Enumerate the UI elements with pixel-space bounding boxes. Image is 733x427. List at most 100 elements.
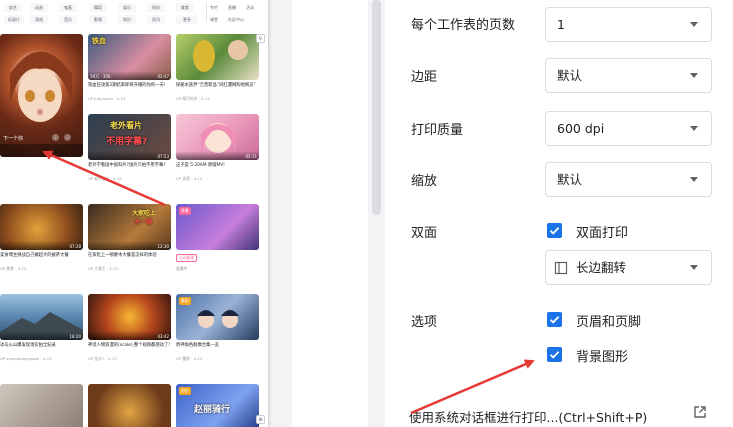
- print-quality-select[interactable]: 600 dpi: [545, 111, 712, 146]
- live-badge: 直播: [179, 207, 191, 215]
- checkmark-icon: [549, 351, 560, 359]
- video-title: 铁血狂攻第2期结束即将开播的你的一天!: [88, 83, 166, 88]
- video-meta: UP 番剧 · 4-13: [176, 356, 203, 361]
- video-meta: UP 流萤 · 4-13: [176, 176, 203, 181]
- category-chip: 游戏: [30, 15, 48, 24]
- chevron-down-icon: [690, 22, 698, 27]
- category-chip: 影视: [89, 15, 107, 24]
- category-chip: 更多: [176, 15, 198, 24]
- feedback-icon: ⊕: [256, 415, 265, 424]
- video-card: 02:11 这子是 5:20AM 原版MV! UP 流萤 · 4-13: [176, 114, 259, 189]
- thumbnail-overlay-text: 不用字幕?: [106, 137, 148, 147]
- duplex-checkbox[interactable]: [547, 223, 562, 238]
- category-row-2: 纪录片 游戏 音乐 影视 知识 资讯 更多: [4, 15, 204, 24]
- open-external-icon[interactable]: [693, 405, 707, 419]
- scale-label: 缩放: [411, 174, 438, 189]
- video-title: 冰岛火山爆发现场实拍全纪录: [0, 343, 56, 348]
- video-thumbnail: 铁血 19万 · 356 02:47: [88, 34, 171, 80]
- video-stats: 03:42: [88, 331, 171, 340]
- pages-per-sheet-value: 1: [557, 17, 565, 32]
- hero-caption: 下一个你: [3, 136, 24, 142]
- margins-value: 默认: [557, 68, 583, 83]
- pages-per-sheet-label: 每个工作表的页数: [411, 18, 516, 33]
- print-preview-pane: 综艺 动画 鬼畜 舞蹈 娱乐 科技 美食 纪录片 游戏 音乐 影视 知识 资讯 …: [0, 0, 292, 427]
- video-stats: 07:53: [88, 151, 171, 160]
- carousel-prev-arrow-icon: ‹: [52, 134, 59, 141]
- video-title: 探秘水族界“吉普新品”同红遭网购他网员”: [176, 83, 256, 88]
- video-thumbnail: [88, 384, 171, 427]
- video-thumbnail: 老外看片 不用字幕? 07:53: [88, 114, 171, 160]
- video-meta: UP sumpleplaygraph · 4-13: [0, 356, 52, 361]
- video-thumbnail: [176, 34, 259, 80]
- video-thumbnail: 大家吃上 大一顿 12:30: [88, 204, 171, 250]
- video-card: 铁血 19万 · 356 02:47 铁血狂攻第2期结束即将开播的你的一天! UP…: [88, 34, 171, 109]
- video-card: 03:42 神话人物浪漫的(scale),整个视频都感动了! UP 设计C · …: [88, 294, 171, 369]
- category-chip: 舞蹈: [89, 3, 107, 12]
- thumbnail-overlay-text: 大家吃上: [132, 210, 157, 217]
- video-stats: 19万 · 356 02:47: [88, 71, 171, 80]
- video-thumbnail: 03:42: [88, 294, 171, 340]
- background-graphics-checkbox[interactable]: [547, 347, 562, 362]
- category-chip: 鬼畜: [59, 3, 77, 12]
- system-dialog-link[interactable]: 使用系统对话框进行打印...(Ctrl+Shift+P): [409, 407, 647, 426]
- video-thumbnail: 02:11: [176, 114, 259, 160]
- category-chip: 美食: [176, 3, 194, 12]
- live-channel-chip: 心动星球: [176, 254, 198, 262]
- print-preview-window: 综艺 动画 鬼畜 舞蹈 娱乐 科技 美食 纪录片 游戏 音乐 影视 知识 资讯 …: [0, 0, 733, 427]
- video-card: 探秘水族界“吉普新品”同红遭网购他网员” UP 尾巴的木 · 4-13: [176, 34, 259, 109]
- headers-footers-checkbox[interactable]: [547, 312, 562, 327]
- video-meta: UP 美食 · 4-13: [0, 266, 27, 271]
- thumbnail-overlay-text: 老外看片: [110, 121, 142, 130]
- print-settings-panel: 每个工作表的页数 1 边距 默认 打印质量 600 dpi 缩放 默认 双面 双…: [385, 0, 733, 427]
- refresh-icon: ↻: [256, 34, 265, 43]
- settings-scrollbar-thumb[interactable]: [372, 0, 381, 215]
- duplex-label: 双面: [411, 226, 438, 241]
- video-thumbnail: [0, 384, 83, 427]
- video-card: 18:20 冰岛火山爆发现场实拍全纪录 UP sumpleplaygraph ·…: [0, 294, 83, 369]
- video-meta: UP 老外看片 · 4-13: [88, 176, 122, 181]
- video-card: [88, 384, 171, 427]
- side-tag: 活动: [246, 5, 254, 10]
- checkmark-icon: [549, 316, 560, 324]
- video-title: 这子是 5:20AM 原版MV!: [176, 163, 225, 168]
- flip-long-edge-icon: [554, 261, 568, 275]
- video-card: 07:28 美食博主挑战自己做超大的披萨大餐 UP 美食 · 4-13: [0, 204, 83, 279]
- headers-footers-label: 页眉和页脚: [576, 315, 642, 330]
- video-card: [0, 384, 83, 427]
- chevron-down-icon: [690, 126, 698, 131]
- category-chip: 娱乐: [118, 3, 136, 12]
- scale-value: 默认: [557, 172, 583, 187]
- video-meta: UP Judymoch · 4-13: [88, 96, 126, 101]
- print-quality-label: 打印质量: [411, 123, 464, 138]
- background-graphics-label: 背景图形: [576, 350, 629, 365]
- video-meta: 直播中: [176, 266, 188, 271]
- scale-select[interactable]: 默认: [545, 162, 712, 197]
- print-quality-value: 600 dpi: [557, 121, 605, 136]
- chevron-down-icon: [690, 265, 698, 270]
- video-stats: 02:11: [176, 151, 259, 160]
- video-title: 在家吃上一顿硬木大餐是怎样的体验: [88, 253, 157, 258]
- video-card: 老外看片 不用字幕? 07:53 老外学看国中国科片?国外只拍不用字幕? UP …: [88, 114, 171, 189]
- video-stats: 12:30: [88, 241, 171, 250]
- duplex-flip-select[interactable]: 长边翻转: [545, 250, 712, 285]
- pages-per-sheet-select[interactable]: 1: [545, 7, 712, 42]
- checkmark-icon: [549, 227, 560, 235]
- category-chip: 综艺: [4, 3, 22, 12]
- video-stats: 07:28: [0, 241, 83, 250]
- category-chip: 动画: [30, 3, 48, 12]
- side-tag: 社区中心: [228, 17, 244, 22]
- video-title: 原神角色群像合集一览: [176, 343, 219, 348]
- category-chip: 纪录片: [4, 15, 24, 24]
- video-card: 番剧 原神角色群像合集一览 UP 番剧 · 4-13: [176, 294, 259, 369]
- category-chip: 科技: [147, 3, 165, 12]
- video-meta: UP 设计C · 4-13: [88, 356, 117, 361]
- carousel-next-arrow-icon: ›: [64, 134, 71, 141]
- video-card: 直播 心动星球 直播中: [176, 204, 259, 279]
- video-card: 国创 赵丽骑行: [176, 384, 259, 427]
- margins-select[interactable]: 默认: [545, 58, 712, 93]
- thumbnail-overlay-text: 赵丽骑行: [194, 405, 231, 415]
- side-tag: 课堂: [210, 17, 218, 22]
- chevron-down-icon: [690, 73, 698, 78]
- video-meta: UP 尾巴的木 · 4-13: [176, 96, 210, 101]
- video-title: 神话人物浪漫的(scale),整个视频都感动了!: [88, 343, 170, 348]
